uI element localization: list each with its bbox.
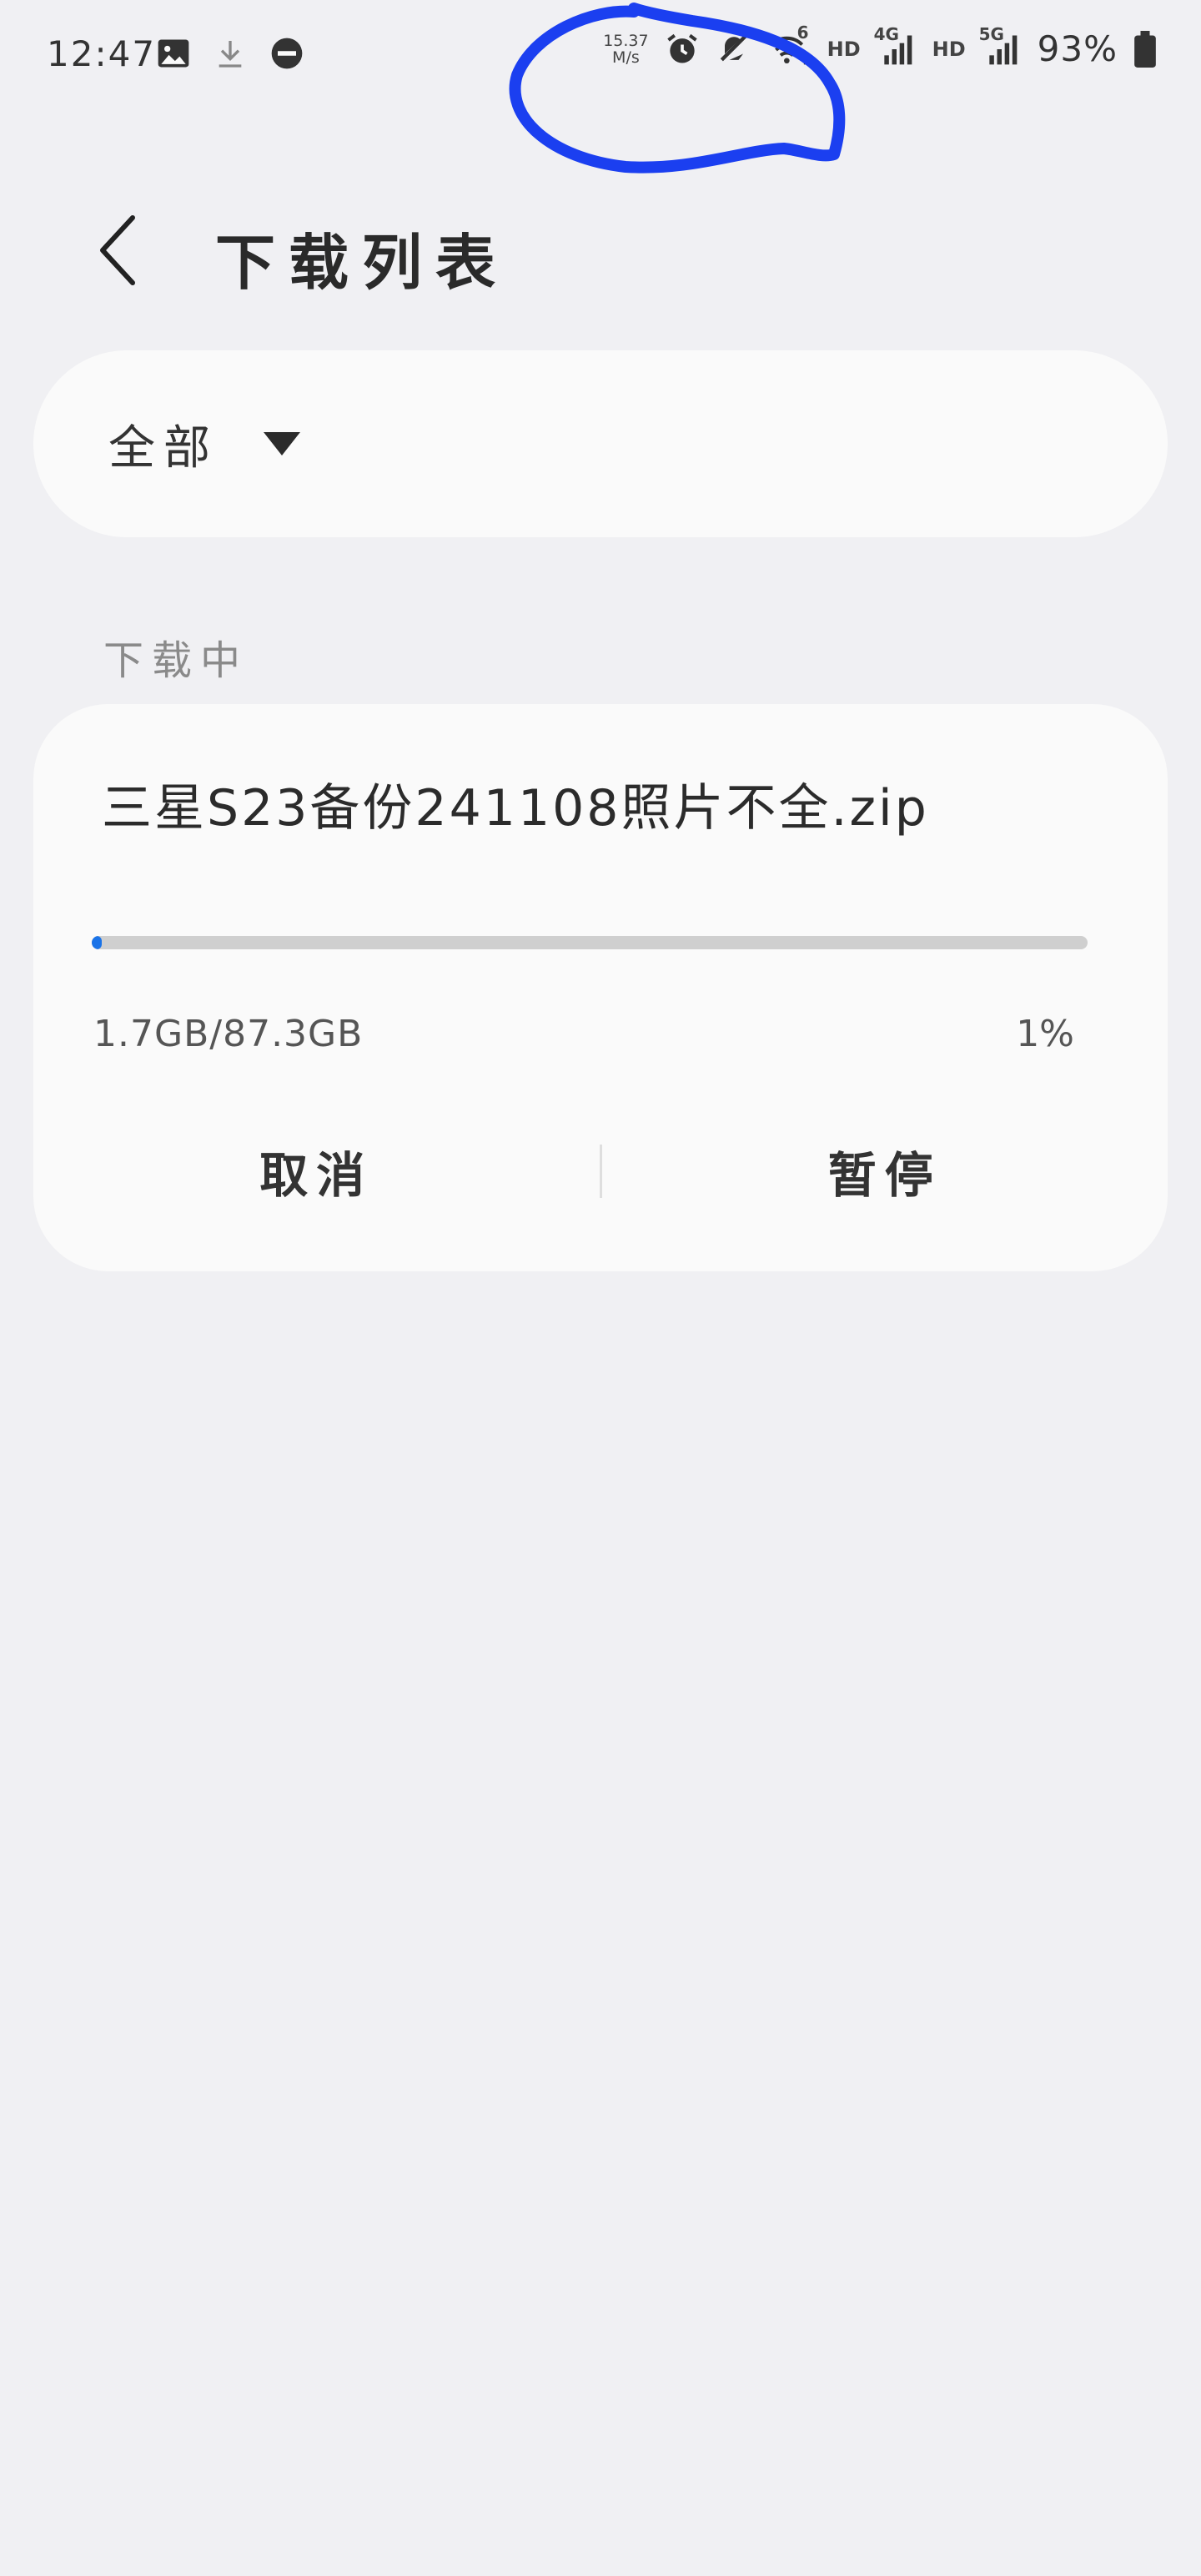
speed-value: 15.37 [603, 31, 649, 50]
alarm-icon [664, 31, 701, 68]
do-not-disturb-icon [269, 35, 305, 72]
download-actions: 取消 暂停 [33, 1121, 1168, 1221]
status-left-icons [155, 35, 305, 72]
download-percent-text: 1% [1016, 1013, 1074, 1055]
download-item-card: 三星S23备份241108照片不全.zip 1.7GB/87.3GB 1% 取消… [33, 704, 1168, 1271]
status-right-icons: 15.37 M/s 6 HD 4G HD 5G 93% [603, 23, 1158, 69]
page-title: 下载列表 [215, 228, 510, 298]
filter-selected-label: 全部 [108, 420, 219, 475]
battery-icon [1133, 30, 1158, 68]
wifi-icon: 6 [767, 23, 812, 68]
net-label-1: 4G [873, 23, 899, 44]
file-name: 三星S23备份241108照片不全.zip [102, 779, 929, 838]
speed-unit: M/s [612, 48, 640, 67]
wifi-label: 6 [796, 22, 809, 43]
hd-label-1: HD [827, 37, 861, 61]
back-arrow-icon [100, 215, 135, 285]
pause-button[interactable]: 暂停 [602, 1136, 1168, 1206]
net-label-2: 5G [978, 23, 1004, 44]
mute-icon [716, 31, 752, 68]
hd-label-2: HD [932, 37, 966, 61]
progress-bar-fill [92, 936, 102, 949]
back-button[interactable] [83, 209, 150, 292]
image-icon [155, 35, 192, 72]
filter-dropdown[interactable]: 全部 [33, 350, 1168, 537]
progress-bar [92, 936, 1088, 949]
battery-percent: 93% [1037, 28, 1118, 69]
section-title-downloading: 下载中 [103, 637, 249, 684]
status-bar: 12:47 15.37 M/s 6 HD 4G HD 5G 93% [0, 0, 1201, 117]
download-size-text: 1.7GB/87.3GB [93, 1013, 364, 1055]
dropdown-arrow-icon [264, 432, 300, 455]
network-speed: 15.37 M/s [603, 33, 648, 66]
download-icon [214, 35, 247, 72]
app-header: 下载列表 [0, 192, 1201, 309]
cancel-button[interactable]: 取消 [33, 1136, 600, 1206]
status-time: 12:47 [47, 33, 157, 74]
signal-icon: 5G [979, 24, 1023, 68]
signal-icon: 4G [874, 24, 917, 68]
